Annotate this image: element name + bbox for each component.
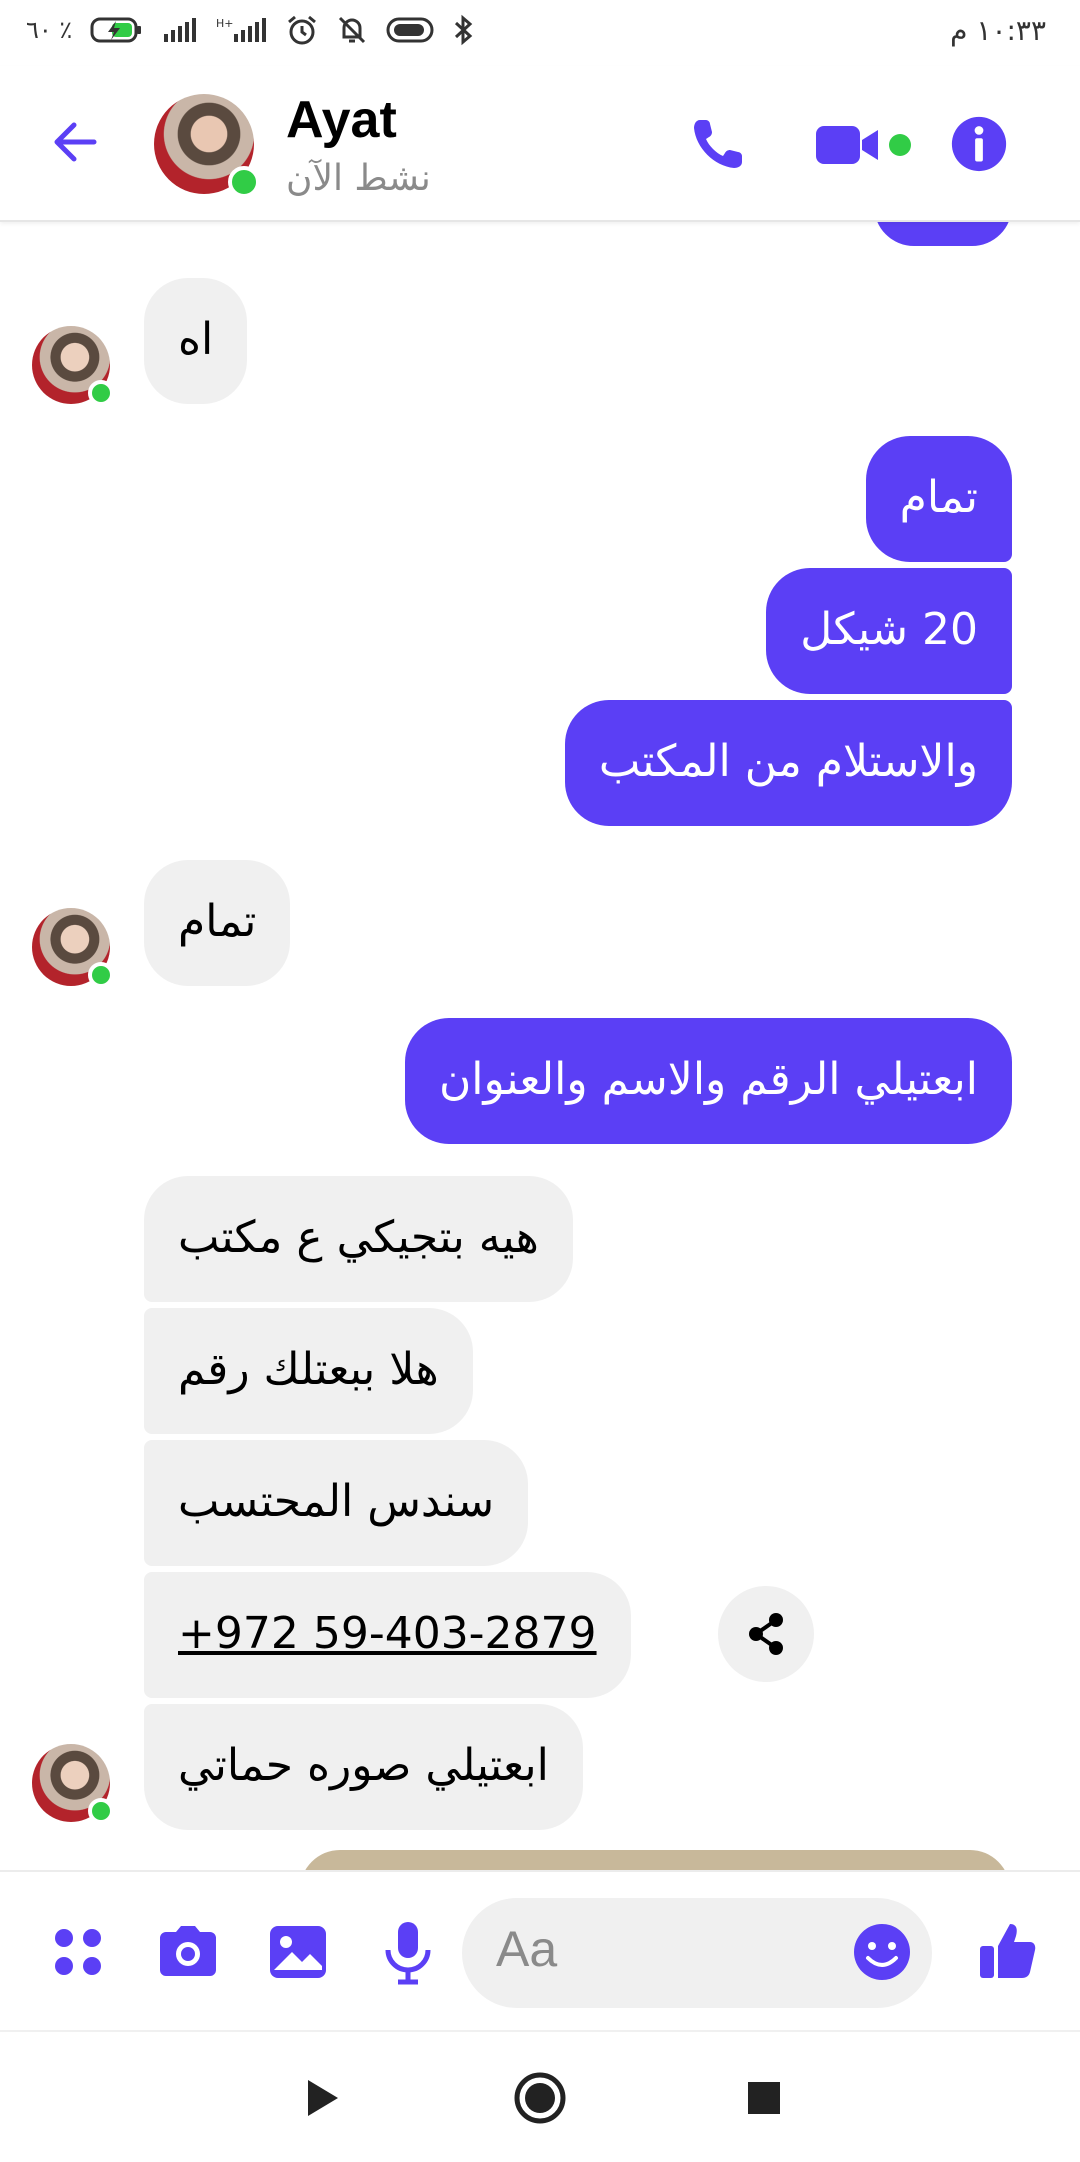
battery-percent: ٦٠ ٪ xyxy=(26,16,73,44)
info-icon[interactable] xyxy=(948,112,1010,176)
sender-avatar[interactable] xyxy=(32,326,114,406)
apps-icon[interactable] xyxy=(42,1916,114,1988)
online-indicator xyxy=(88,962,114,988)
microphone-icon[interactable] xyxy=(372,1916,444,1988)
signal-hplus-icon: H+ xyxy=(216,17,267,42)
home-circle-icon[interactable] xyxy=(508,2066,572,2130)
message-bubble-outgoing[interactable]: ابعتيلي الرقم والاسم والعنوان xyxy=(404,1018,1012,1144)
message-bubble-partial xyxy=(874,220,1012,246)
chat-header: Ayat نشط الآن xyxy=(0,66,1080,222)
sender-avatar[interactable] xyxy=(32,1744,114,1824)
contact-status: نشط الآن xyxy=(286,158,431,199)
message-bubble-outgoing[interactable]: والاستلام من المكتب xyxy=(564,700,1012,826)
phone-icon[interactable] xyxy=(686,112,750,176)
message-bubble-outgoing[interactable]: 20 شيكل xyxy=(766,568,1012,694)
bell-off-icon xyxy=(339,16,366,44)
svg-text:H+: H+ xyxy=(216,17,234,30)
system-nav-bar xyxy=(0,2030,1080,2162)
message-bubble-incoming[interactable]: هيه بتجيكي ع مكتب xyxy=(144,1176,573,1302)
phone-number-link[interactable]: +972 59-403-2879 xyxy=(144,1572,631,1698)
online-indicator xyxy=(88,1798,114,1824)
message-bubble-incoming[interactable]: سندس المحتسب xyxy=(144,1440,529,1566)
signal-icon xyxy=(164,18,197,42)
message-list[interactable]: اه تمام 20 شيكل والاستلام من المكتب تمام… xyxy=(0,220,1080,1870)
sender-avatar[interactable] xyxy=(32,908,114,988)
share-button[interactable] xyxy=(718,1586,814,1682)
bluetooth-icon xyxy=(455,14,473,46)
share-icon xyxy=(749,1613,783,1655)
status-icons: ٦٠ ٪ H+ xyxy=(26,14,476,46)
message-bubble-outgoing[interactable]: تمام xyxy=(865,436,1012,562)
alarm-icon xyxy=(288,15,317,45)
image-message-preview[interactable] xyxy=(300,1850,1010,1870)
gallery-icon[interactable] xyxy=(262,1916,334,1988)
message-bubble-incoming[interactable]: ابعتيلي صوره حماتي xyxy=(144,1704,583,1830)
battery-charging-icon xyxy=(90,17,142,43)
online-indicator xyxy=(88,380,114,406)
video-icon[interactable] xyxy=(812,112,922,176)
message-bubble-incoming[interactable]: تمام xyxy=(144,860,291,986)
online-indicator xyxy=(228,166,260,198)
message-bubble-incoming[interactable]: هلا ببعتلك رقم xyxy=(144,1308,473,1434)
message-input-placeholder: Aa xyxy=(496,1921,558,1977)
message-bubble-incoming[interactable]: اه xyxy=(144,278,248,404)
camera-icon[interactable] xyxy=(152,1916,224,1988)
status-bar: ٦٠ ٪ H+ ١٠:٣٣ م xyxy=(0,0,1080,66)
thumbs-up-icon[interactable] xyxy=(972,1916,1044,1988)
clock: ١٠:٣٣ م xyxy=(950,14,1046,47)
toggle-icon xyxy=(386,17,434,43)
back-arrow-icon[interactable] xyxy=(44,110,108,174)
message-composer: Aa xyxy=(0,1870,1080,2032)
contact-name[interactable]: Ayat xyxy=(286,90,397,150)
recents-square-icon[interactable] xyxy=(732,2066,796,2130)
contact-avatar[interactable] xyxy=(154,94,260,198)
emoji-icon[interactable] xyxy=(846,1916,918,1988)
back-triangle-icon[interactable] xyxy=(288,2066,352,2130)
